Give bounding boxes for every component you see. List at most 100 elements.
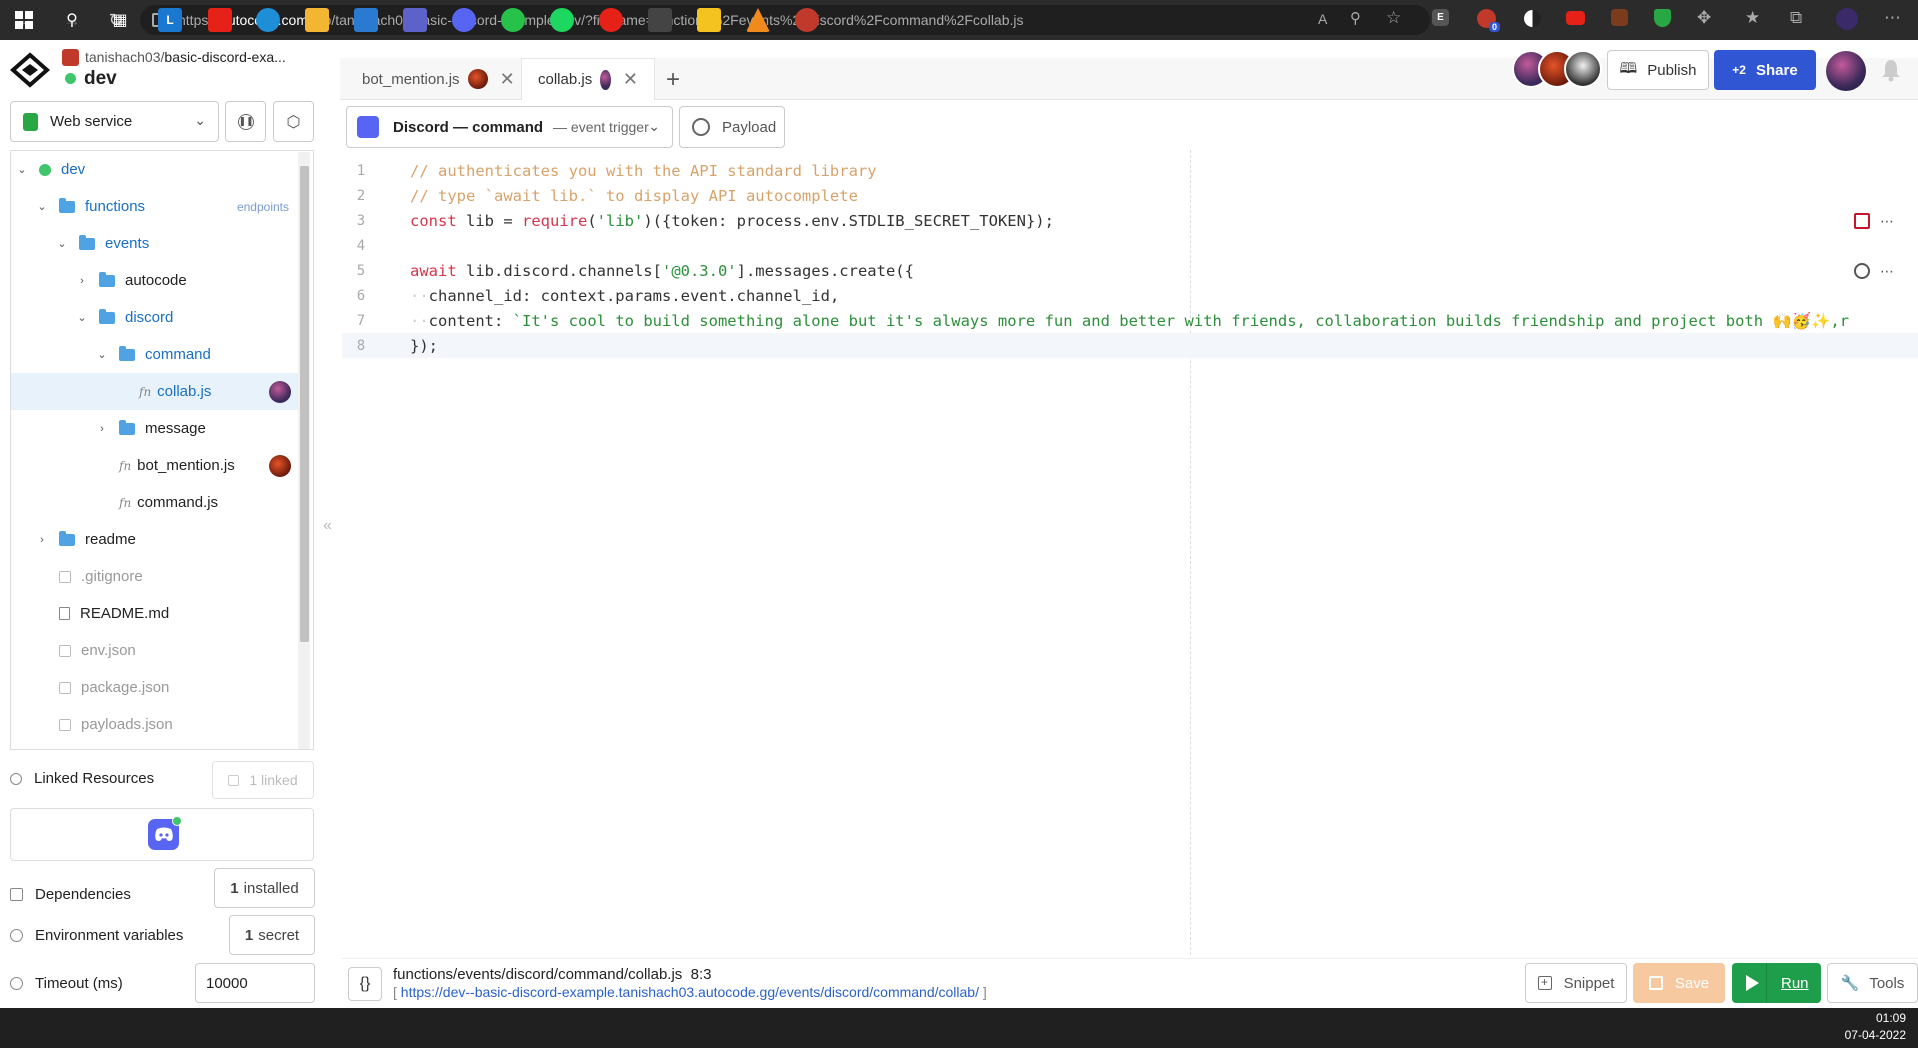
windows-start-icon[interactable] <box>12 8 36 32</box>
dependencies-button[interactable]: 1 installed <box>214 868 315 908</box>
extension-e-icon[interactable]: E <box>1432 9 1449 26</box>
collapse-panel-icon[interactable]: « <box>323 517 332 535</box>
tree-item-collab[interactable]: fn collab.js <box>11 373 299 410</box>
code-line[interactable]: 5 await lib.discord.channels['@0.3.0'].m… <box>342 258 1918 283</box>
format-code-button[interactable]: {} <box>348 967 382 1001</box>
autocode-logo-icon[interactable] <box>10 52 50 88</box>
sticky-notes-icon[interactable] <box>697 8 721 32</box>
tree-item-functions[interactable]: ⌄ functions endpoints <box>11 188 299 225</box>
vscode-icon[interactable] <box>354 8 378 32</box>
snippet-button[interactable]: + Snippet <box>1525 963 1627 1003</box>
add-tab-icon[interactable]: + <box>666 66 680 94</box>
youtube-music-icon[interactable] <box>599 8 623 32</box>
package-button[interactable]: ⬡ <box>273 101 314 142</box>
service-type-select[interactable]: Web service ⌄ <box>10 101 219 142</box>
timeout-input[interactable]: 10000 <box>195 963 315 1003</box>
file-explorer-icon[interactable] <box>305 8 329 32</box>
zoom-icon[interactable]: ⚲ <box>1350 9 1361 27</box>
collections-icon[interactable]: ⧉ <box>1790 8 1802 28</box>
dark-mode-icon[interactable] <box>1524 10 1541 27</box>
discord-icon[interactable] <box>148 816 182 850</box>
more-icon[interactable]: ⋯ <box>1884 8 1901 28</box>
tree-item-command[interactable]: ⌄ command <box>11 336 299 373</box>
code-string: '@0.3.0' <box>661 261 737 280</box>
folder-icon <box>59 530 75 546</box>
endpoint-url[interactable]: https://dev--basic-discord-example.tanis… <box>401 984 979 1000</box>
tree-item-message[interactable]: › message <box>11 410 299 447</box>
save-button[interactable]: Save <box>1633 963 1725 1003</box>
tree-item-discord[interactable]: ⌄ discord <box>11 299 299 336</box>
linked-button[interactable]: 1 linked <box>212 761 314 799</box>
share-button[interactable]: +2 Share <box>1714 50 1816 90</box>
more-icon[interactable]: ⋯ <box>1880 263 1894 280</box>
code-line[interactable]: 3 const lib = require('lib')({token: pro… <box>342 208 1918 233</box>
code-line[interactable]: 4 <box>342 233 1918 258</box>
close-icon[interactable]: ✕ <box>623 69 638 90</box>
bell-icon[interactable] <box>1880 58 1902 82</box>
code-line-current[interactable]: 8 }); <box>342 333 1918 358</box>
shield-extension-icon[interactable] <box>1654 9 1671 27</box>
code-line[interactable]: 7 ·· content: `It's cool to build somethi… <box>342 308 1918 333</box>
publish-button[interactable]: 🕮 Publish <box>1607 50 1709 90</box>
collaborators-avatars[interactable] <box>1512 50 1602 88</box>
teams-icon[interactable] <box>403 8 427 32</box>
tree-item-env-json[interactable]: env.json <box>11 632 299 669</box>
youtube-extension-icon[interactable] <box>1566 11 1585 25</box>
code-line[interactable]: 2 // type `await lib.` to display API au… <box>342 183 1918 208</box>
tree-item-command-js[interactable]: fn command.js <box>11 484 299 521</box>
chevron-down-icon: ⌄ <box>97 349 107 361</box>
tab-collab[interactable]: collab.js ✕ <box>521 58 655 100</box>
whatsapp-icon[interactable] <box>501 8 525 32</box>
extension-badge-icon[interactable]: 0 <box>1477 9 1500 32</box>
code-line[interactable]: 6 ·· channel_id: context.params.event.cha… <box>342 283 1918 308</box>
system-clock[interactable]: 01:09 07-04-2022 <box>1845 1010 1906 1044</box>
youtube-icon[interactable] <box>208 8 232 32</box>
search-icon[interactable]: ⚲ <box>60 8 84 32</box>
tree-item-gitignore[interactable]: .gitignore <box>11 558 299 595</box>
event-trigger-select[interactable]: Discord — command — event trigger ⌄ <box>346 106 673 148</box>
code-editor[interactable]: 1 // authenticates you with the API stan… <box>342 158 1918 958</box>
tree-item-bot-mention[interactable]: fn bot_mention.js <box>11 447 299 484</box>
favorite-star-icon[interactable]: ☆ <box>1386 8 1401 28</box>
tree-item-package-json[interactable]: package.json <box>11 669 299 706</box>
spotify-icon[interactable] <box>550 8 574 32</box>
edge-icon[interactable] <box>256 8 280 32</box>
tree-item-dev[interactable]: ⌄ dev <box>11 151 299 188</box>
address-bar[interactable]: https://autocode.com/mp/tanishach03/basi… <box>140 5 1430 35</box>
lock-icon <box>59 644 71 657</box>
task-view-icon[interactable]: ▦ <box>108 8 132 32</box>
pause-button[interactable]: ❚❚ <box>225 101 266 142</box>
tree-item-payloads-json[interactable]: payloads.json <box>11 706 299 743</box>
bookmark-icon[interactable] <box>1854 213 1870 229</box>
tree-item-readme-folder[interactable]: › readme <box>11 521 299 558</box>
environment-variables-button[interactable]: 1 secret <box>229 915 315 955</box>
profile-icon[interactable] <box>1836 8 1858 30</box>
tree-label: env.json <box>81 642 136 659</box>
tree-item-events[interactable]: ⌄ events <box>11 225 299 262</box>
extensions-puzzle-icon[interactable]: ✥ <box>1697 8 1711 28</box>
share-count: +2 <box>1732 63 1746 77</box>
more-icon[interactable]: ⋯ <box>1880 213 1894 230</box>
extension-fox-icon[interactable] <box>1611 9 1628 26</box>
tools-button[interactable]: 🔧 Tools <box>1827 963 1918 1003</box>
discord-taskbar-icon[interactable] <box>452 8 476 32</box>
user-avatar[interactable] <box>1826 51 1866 91</box>
tree-item-autocode[interactable]: › autocode <box>11 262 299 299</box>
project-title[interactable]: tanishach03/basic-discord-exa... <box>85 49 286 65</box>
tree-scrollbar-thumb[interactable] <box>300 166 309 642</box>
run-button[interactable]: Run <box>1732 963 1821 1003</box>
snipping-tool-icon[interactable] <box>795 8 819 32</box>
environment-name: dev <box>84 68 117 89</box>
link-icon[interactable] <box>1854 263 1870 279</box>
close-icon[interactable]: ✕ <box>500 69 515 90</box>
favorites-icon[interactable]: ★ <box>1745 8 1760 28</box>
app-l-icon[interactable]: L <box>158 8 182 32</box>
code-text: ( <box>587 211 597 230</box>
code-line[interactable]: 1 // authenticates you with the API stan… <box>342 158 1918 183</box>
app-terminal-icon[interactable] <box>648 8 672 32</box>
tab-bot-mention[interactable]: bot_mention.js ✕ <box>346 58 531 100</box>
read-aloud-icon[interactable]: A <box>1318 11 1327 27</box>
trigger-type: — event trigger <box>553 119 649 135</box>
payload-button[interactable]: Payload <box>679 106 785 148</box>
tree-item-readme-md[interactable]: README.md <box>11 595 299 632</box>
